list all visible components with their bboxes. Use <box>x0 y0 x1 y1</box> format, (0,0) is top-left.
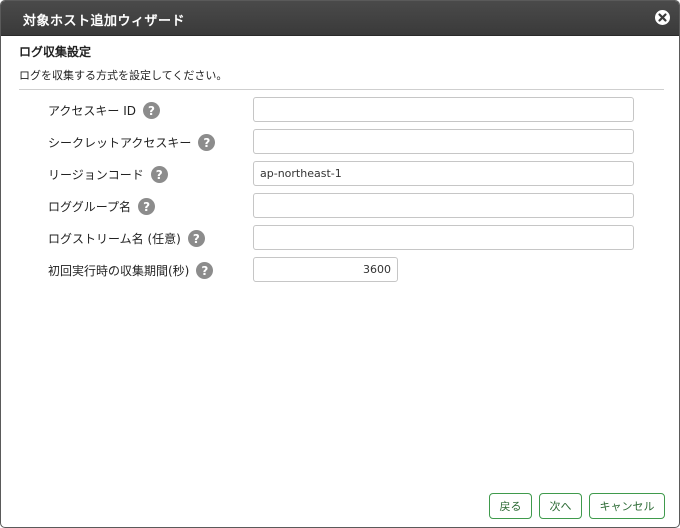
divider <box>19 89 664 90</box>
form-row-access-key-id: アクセスキー ID ? <box>1 97 679 124</box>
wizard-dialog: 対象ホスト追加ウィザード ログ収集設定 ログを収集する方式を設定してください。 … <box>0 0 680 528</box>
form-row-log-group-name: ロググループ名 ? <box>1 193 679 220</box>
form-row-region-code: リージョンコード ? <box>1 161 679 188</box>
section-title: ログ収集設定 <box>19 45 92 59</box>
next-button[interactable]: 次へ <box>539 493 582 519</box>
region-code-label: リージョンコード <box>48 168 144 182</box>
log-group-name-input[interactable] <box>253 193 634 218</box>
form-row-initial-collection-period: 初回実行時の収集期間(秒) ? <box>1 257 679 284</box>
access-key-id-input[interactable] <box>253 97 634 122</box>
help-icon[interactable]: ? <box>198 134 216 151</box>
help-icon[interactable]: ? <box>187 230 205 247</box>
initial-collection-period-label: 初回実行時の収集期間(秒) <box>48 264 190 278</box>
help-icon[interactable]: ? <box>138 198 156 215</box>
secret-access-key-input[interactable] <box>253 129 634 154</box>
dialog-titlebar: 対象ホスト追加ウィザード <box>1 1 679 36</box>
help-icon[interactable]: ? <box>143 102 160 119</box>
initial-collection-period-input[interactable] <box>253 257 398 282</box>
log-stream-name-input[interactable] <box>253 225 634 250</box>
dialog-title: 対象ホスト追加ウィザード <box>23 14 186 29</box>
access-key-id-label: アクセスキー ID <box>48 104 136 118</box>
close-icon[interactable] <box>655 10 670 25</box>
region-code-input[interactable] <box>253 161 634 186</box>
log-stream-name-label: ログストリーム名 (任意) <box>48 232 181 246</box>
help-icon[interactable]: ? <box>150 166 168 183</box>
back-button[interactable]: 戻る <box>489 493 532 519</box>
section-description: ログを収集する方式を設定してください。 <box>19 69 228 82</box>
cancel-button[interactable]: キャンセル <box>589 493 665 519</box>
secret-access-key-label: シークレットアクセスキー <box>48 136 192 150</box>
log-group-name-label: ロググループ名 <box>48 200 132 214</box>
form-row-secret-access-key: シークレットアクセスキー ? <box>1 129 679 156</box>
form-row-log-stream-name: ログストリーム名 (任意) ? <box>1 225 679 252</box>
help-icon[interactable]: ? <box>196 262 214 279</box>
